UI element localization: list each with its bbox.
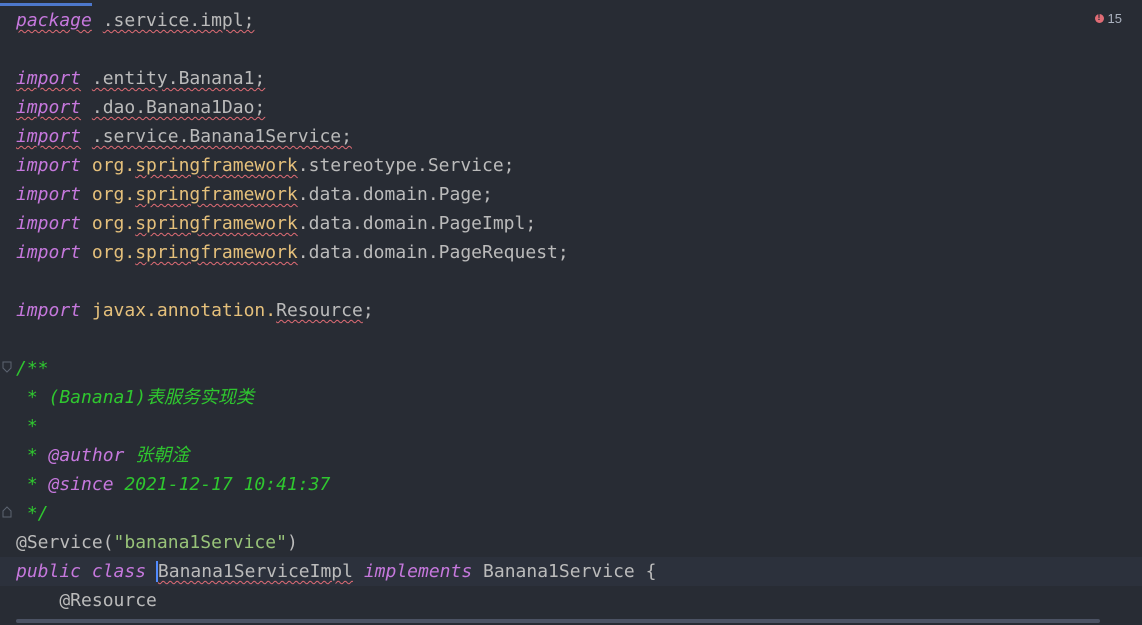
code-token: Banana1Service { (472, 561, 657, 582)
code-line[interactable]: /** (16, 354, 49, 383)
code-token: ; (362, 300, 374, 321)
code-token: .service.Banana1Service; (91, 126, 352, 147)
code-token: .entity.Banana1; (91, 68, 266, 89)
code-line[interactable]: * (Banana1)表服务实现类 (16, 383, 254, 412)
error-icon (1094, 12, 1104, 23)
code-token: @since (48, 474, 114, 495)
code-token: Banana1ServiceImpl (155, 561, 353, 582)
code-token: .data.domain.Page; (297, 184, 493, 205)
code-token: */ (16, 503, 49, 524)
code-token: * (16, 445, 49, 466)
code-token: import (16, 213, 82, 234)
code-line[interactable]: import org.springframework.data.domain.P… (16, 209, 536, 238)
code-line[interactable]: import .service.Banana1Service; (16, 122, 352, 151)
code-token: org. (81, 242, 136, 263)
horizontal-scrollbar[interactable] (16, 619, 1100, 623)
code-token: class (91, 561, 147, 582)
code-line[interactable]: import org.springframework.stereotype.Se… (16, 151, 515, 180)
code-token: ) (286, 532, 298, 553)
code-token: javax.annotation. (81, 300, 277, 321)
code-line[interactable]: */ (16, 499, 49, 528)
error-count: 15 (1107, 11, 1122, 26)
fold-start-icon[interactable] (2, 361, 12, 373)
code-line[interactable]: * @author 张朝淦 (16, 441, 189, 470)
code-token: @Service( (16, 532, 114, 553)
code-token: package (16, 10, 92, 31)
code-line[interactable]: @Resource (16, 586, 157, 615)
code-token: /** (16, 358, 49, 379)
code-token: springframework (135, 242, 298, 263)
code-token: * (16, 416, 38, 437)
code-token: .data.domain.PageImpl; (297, 213, 537, 234)
code-token: org. (81, 155, 136, 176)
code-token: Resource (276, 300, 363, 321)
code-token: @Resource (16, 590, 157, 611)
code-token: org. (81, 213, 136, 234)
code-token: import (16, 155, 82, 176)
code-token: import (16, 68, 82, 89)
code-line[interactable]: import org.springframework.data.domain.P… (16, 180, 493, 209)
code-line[interactable]: @Service("banana1Service") (16, 528, 298, 557)
code-token: org. (81, 184, 136, 205)
code-line[interactable]: * (16, 412, 38, 441)
code-token: springframework (135, 184, 298, 205)
code-token: "banana1Service" (113, 532, 287, 553)
code-line[interactable]: import org.springframework.data.domain.P… (16, 238, 569, 267)
code-token: springframework (135, 213, 298, 234)
code-line[interactable]: * @since 2021-12-17 10:41:37 (16, 470, 330, 499)
code-token: .service.impl; (102, 10, 255, 31)
code-token: public (16, 561, 82, 582)
code-token: springframework (135, 155, 298, 176)
code-token: * (16, 474, 49, 495)
code-token: .stereotype.Service; (297, 155, 515, 176)
code-token: 2021-12-17 10:41:37 (113, 474, 331, 495)
code-token: @author (48, 445, 125, 466)
code-token: .data.domain.PageRequest; (297, 242, 569, 263)
error-indicator[interactable]: 15 (1094, 11, 1122, 26)
code-line[interactable]: import javax.annotation.Resource; (16, 296, 374, 325)
code-token: implements (363, 561, 473, 582)
code-line[interactable]: import .dao.Banana1Dao; (16, 93, 265, 122)
code-token: 张朝淦 (124, 445, 190, 466)
code-editor[interactable]: package .service.impl; import .entity.Ban… (0, 0, 1142, 625)
fold-end-icon[interactable] (2, 506, 12, 518)
code-token: .dao.Banana1Dao; (91, 97, 266, 118)
code-token: import (16, 184, 82, 205)
code-line[interactable]: public class Banana1ServiceImpl implemen… (16, 557, 656, 586)
code-token: import (16, 97, 82, 118)
code-token: import (16, 126, 82, 147)
code-token: * (Banana1)表服务实现类 (16, 387, 255, 408)
code-line[interactable]: package .service.impl; (16, 6, 254, 35)
code-token: import (16, 242, 82, 263)
code-line[interactable]: import .entity.Banana1; (16, 64, 265, 93)
editor-gutter (0, 0, 14, 625)
code-token: import (16, 300, 82, 321)
